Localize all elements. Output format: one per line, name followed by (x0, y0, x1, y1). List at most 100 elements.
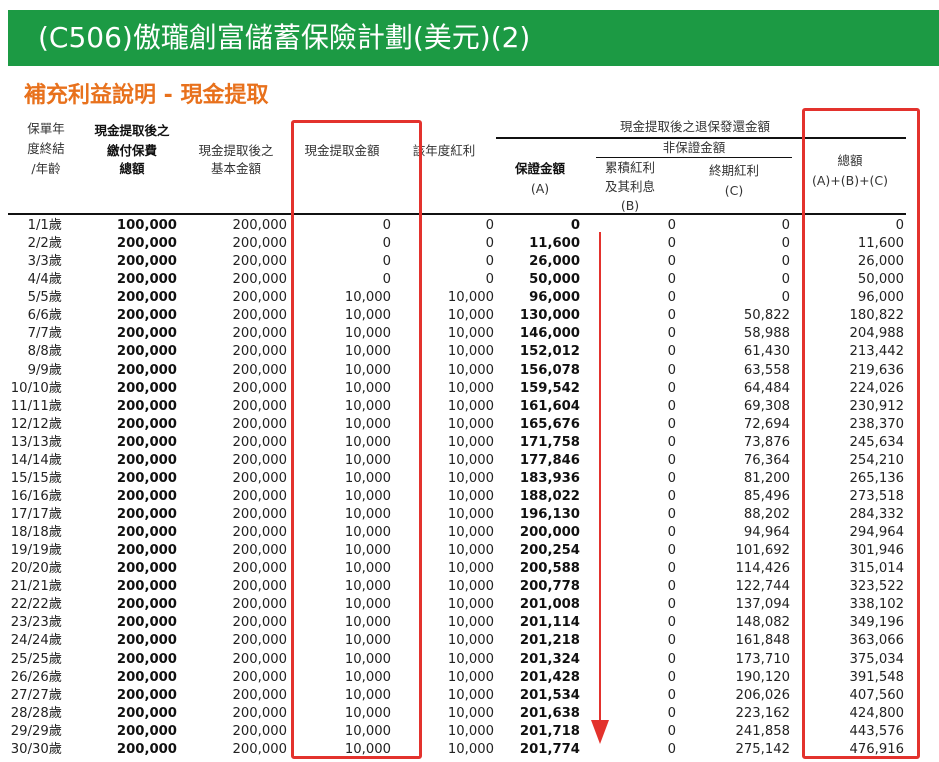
cell-year-age: 14/14歲 (10, 452, 62, 468)
cell-premium-total: 200,000 (116, 633, 177, 649)
cell-premium-total: 200,000 (116, 579, 177, 595)
cell-guaranteed-amount: 165,676 (519, 416, 580, 432)
cell-guaranteed-amount: 188,022 (519, 488, 580, 504)
cell-terminal-dividend: 0 (781, 218, 790, 233)
cell-basic-amount: 200,000 (232, 669, 287, 685)
cell-premium-total: 200,000 (116, 687, 177, 703)
header-premium-1: 現金提取後之 (94, 123, 170, 138)
table-row: 23/23歲 200,000 200,000 10,000 10,000 201,114 0… (0, 614, 939, 632)
cell-premium-total: 200,000 (116, 326, 177, 342)
cell-guaranteed-amount: 159,542 (519, 380, 580, 396)
cell-year-age: 28/28歲 (10, 705, 62, 721)
cell-guaranteed-amount: 200,588 (519, 561, 580, 577)
cell-year-age: 17/17歲 (10, 507, 62, 522)
cell-basic-amount: 200,000 (232, 579, 287, 595)
cell-terminal-dividend: 64,484 (743, 380, 790, 396)
cell-basic-amount: 200,000 (232, 308, 287, 324)
cell-basic-amount: 200,000 (232, 705, 287, 721)
header-accumulated-1: 累積紅利 (604, 160, 655, 175)
cell-premium-total: 200,000 (116, 470, 177, 486)
header-group: 現金提取後之退保發還金額 (619, 119, 770, 134)
cell-terminal-dividend: 69,308 (743, 398, 790, 414)
cell-premium-total: 200,000 (116, 488, 177, 504)
cell-terminal-dividend: 73,876 (743, 434, 790, 450)
header-year-age-3: /年齡 (31, 161, 61, 176)
cell-year-age: 19/19歲 (10, 543, 62, 559)
cell-year-age: 7/7歲 (27, 326, 62, 342)
cell-year-age: 4/4歲 (27, 272, 62, 288)
table-row: 21/21歲 200,000 200,000 10,000 10,000 200,778 0… (0, 578, 939, 596)
table-row: 18/18歲 200,000 200,000 10,000 10,000 200,000 0… (0, 524, 939, 542)
cell-guaranteed-amount: 96,000 (529, 290, 580, 306)
cell-terminal-dividend: 0 (781, 236, 790, 252)
header-terminal-1: 終期紅利 (708, 163, 759, 178)
cell-terminal-dividend: 190,120 (735, 669, 790, 685)
table-row: 11/11歲 200,000 200,000 10,000 10,000 161,604 0… (0, 398, 939, 416)
cell-terminal-dividend: 50,822 (743, 308, 790, 324)
table-row: 14/14歲 200,000 200,000 10,000 10,000 177,846 0… (0, 452, 939, 470)
cell-premium-total: 200,000 (116, 561, 177, 577)
cell-guaranteed-amount: 201,218 (519, 633, 580, 649)
cell-basic-amount: 200,000 (232, 236, 287, 252)
cell-guaranteed-amount: 146,000 (519, 326, 580, 342)
cell-year-age: 15/15歲 (10, 470, 62, 486)
table-row: 17/17歲 200,000 200,000 10,000 10,000 196,130 0… (0, 506, 939, 524)
table-row: 16/16歲 200,000 200,000 10,000 10,000 188,022 0… (0, 488, 939, 506)
table-row: 22/22歲 200,000 200,000 10,000 10,000 201,008 0… (0, 596, 939, 614)
header-accumulated-2: 及其利息 (604, 179, 655, 194)
table-row: 25/25歲 200,000 200,000 10,000 10,000 201,324 0… (0, 651, 939, 669)
cell-premium-total: 200,000 (116, 254, 177, 270)
cell-terminal-dividend: 0 (781, 272, 790, 288)
cell-terminal-dividend: 275,142 (735, 741, 790, 757)
table-body: 1/1歲 100,000 200,000 0 0 0 0 0 0 2/2歲 200,000 200,0… (0, 217, 939, 759)
cell-basic-amount: 200,000 (232, 416, 287, 432)
header-basic-2: 基本金額 (210, 161, 261, 176)
cell-premium-total: 200,000 (116, 597, 177, 613)
cell-terminal-dividend: 137,094 (735, 597, 790, 613)
cell-year-age: 24/24歲 (10, 633, 62, 649)
cell-basic-amount: 200,000 (232, 254, 287, 270)
cell-terminal-dividend: 85,496 (743, 488, 790, 504)
cell-year-age: 16/16歲 (10, 488, 62, 504)
cell-terminal-dividend: 101,692 (735, 543, 790, 559)
table-row: 12/12歲 200,000 200,000 10,000 10,000 165,676 0… (0, 416, 939, 434)
cell-premium-total: 200,000 (116, 669, 177, 685)
header-year-age-2: 度終結 (27, 141, 65, 156)
table-row: 20/20歲 200,000 200,000 10,000 10,000 200,588 0… (0, 560, 939, 578)
cell-guaranteed-amount: 171,758 (519, 434, 580, 450)
cell-guaranteed-amount: 201,428 (519, 669, 580, 685)
cell-guaranteed-amount: 152,012 (519, 344, 580, 360)
table-row: 4/4歲 200,000 200,000 0 0 50,000 0 0 50,000 (0, 271, 939, 289)
header-terminal-2: (C) (724, 183, 744, 198)
table-row: 27/27歲 200,000 200,000 10,000 10,000 201,534 0… (0, 687, 939, 705)
cell-year-age: 11/11歲 (10, 398, 62, 414)
cell-year-age: 2/2歲 (27, 236, 62, 252)
table-row: 15/15歲 200,000 200,000 10,000 10,000 183,936 0… (0, 470, 939, 488)
cell-premium-total: 200,000 (116, 543, 177, 559)
cell-year-age: 25/25歲 (10, 651, 62, 667)
cell-premium-total: 100,000 (116, 218, 177, 233)
cell-premium-total: 200,000 (116, 615, 177, 631)
cell-basic-amount: 200,000 (232, 633, 287, 649)
cell-basic-amount: 200,000 (232, 615, 287, 631)
cell-year-age: 20/20歲 (10, 561, 62, 577)
cell-guaranteed-amount: 201,324 (519, 651, 580, 667)
cell-premium-total: 200,000 (116, 344, 177, 360)
cell-basic-amount: 200,000 (232, 687, 287, 703)
cell-guaranteed-amount: 196,130 (519, 507, 580, 522)
cell-guaranteed-amount: 26,000 (529, 254, 580, 270)
cell-guaranteed-amount: 130,000 (519, 308, 580, 324)
page-title: (C506)傲瓏創富儲蓄保險計劃(美元)(2) (38, 21, 531, 54)
title-bar: (C506)傲瓏創富儲蓄保險計劃(美元)(2) (8, 10, 939, 66)
table-row: 30/30歲 200,000 200,000 10,000 10,000 201,774 0… (0, 741, 939, 759)
cell-terminal-dividend: 94,964 (743, 525, 790, 541)
cell-terminal-dividend: 122,744 (735, 579, 790, 595)
table-row: 8/8歲 200,000 200,000 10,000 10,000 152,012 0 61… (0, 343, 939, 361)
cell-premium-total: 200,000 (116, 308, 177, 324)
cell-terminal-dividend: 114,426 (735, 561, 790, 577)
cell-year-age: 8/8歲 (27, 344, 62, 360)
cell-terminal-dividend: 241,858 (735, 723, 790, 739)
cell-year-age: 3/3歲 (27, 254, 62, 270)
cell-guaranteed-amount: 201,774 (519, 741, 580, 757)
section-subtitle: 補充利益說明 - 現金提取 (24, 83, 269, 108)
